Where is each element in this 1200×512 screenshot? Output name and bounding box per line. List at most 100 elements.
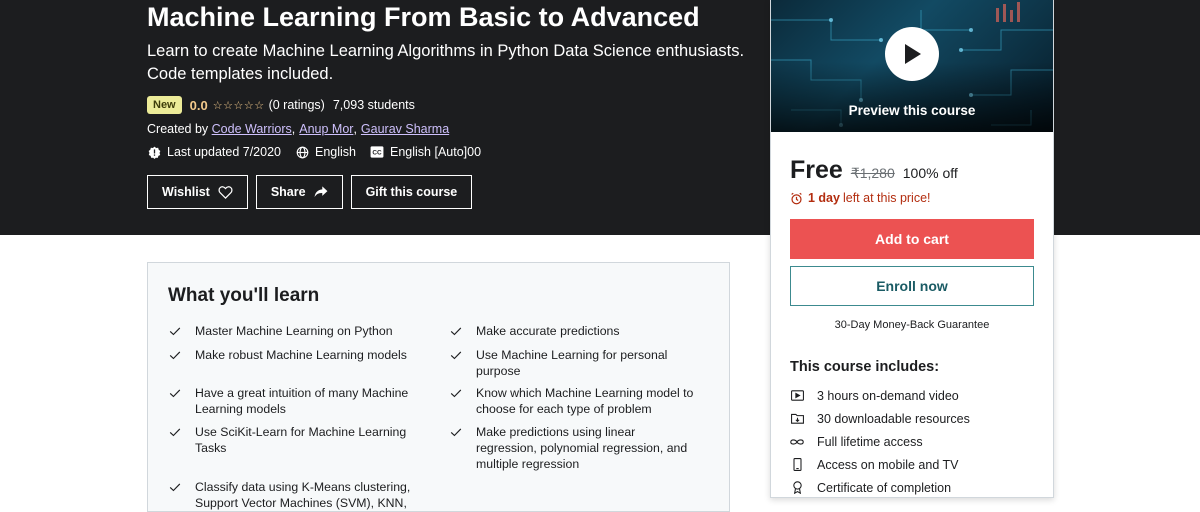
includes-title: This course includes:	[790, 359, 940, 375]
star-empty-icon: ☆	[212, 99, 224, 112]
includes-item-resources: 30 downloadable resources	[790, 407, 970, 430]
check-icon	[169, 351, 181, 360]
preview-label: Preview this course	[848, 103, 976, 118]
add-to-cart-button[interactable]: Add to cart	[790, 219, 1034, 259]
money-back-guarantee: 30-Day Money-Back Guarantee	[834, 319, 990, 331]
learn-item-text: Use Machine Learning for personal purpos…	[476, 348, 668, 378]
learn-item-text: Classify data using K-Means clustering, …	[195, 480, 411, 510]
deadline-text: left at this price!	[842, 191, 931, 205]
last-updated-text: Last updated 7/2020	[167, 145, 281, 159]
rating-stars: ☆☆☆☆☆	[213, 99, 265, 112]
learn-item-text: Master Machine Learning on Python	[195, 324, 393, 338]
course-subtitle: Learn to create Machine Learning Algorit…	[147, 42, 745, 83]
course-title: Machine Learning From Basic to Advanced	[147, 2, 700, 32]
alert-badge-icon	[147, 145, 161, 159]
learn-item: Classify data using K-Means clustering, …	[168, 479, 418, 511]
captions: CC English [Auto]00	[370, 145, 481, 159]
learn-item-text: Make predictions using linear regression…	[476, 425, 688, 471]
star-empty-icon: ☆	[243, 99, 255, 112]
check-icon	[450, 389, 462, 398]
learn-item: Master Machine Learning on Python	[168, 323, 418, 347]
created-by-label: Created by	[147, 122, 209, 136]
play-icon	[905, 44, 921, 64]
star-empty-icon: ☆	[223, 99, 234, 112]
star-empty-icon: ☆	[254, 99, 265, 112]
enroll-now-button[interactable]: Enroll now	[790, 266, 1034, 306]
learn-list-left: Master Machine Learning on Python Make r…	[168, 323, 418, 511]
folder-icon	[790, 412, 804, 426]
learn-list-right: Make accurate predictions Use Machine Le…	[449, 323, 699, 472]
check-icon	[450, 327, 462, 336]
includes-item-lifetime: Full lifetime access	[790, 430, 970, 453]
includes-item-mobile: Access on mobile and TV	[790, 453, 970, 476]
price-row: Free ₹1,280 100% off	[790, 156, 958, 185]
current-price: Free	[790, 156, 843, 184]
rating-count-link[interactable]: (0 ratings)	[269, 98, 325, 112]
language-text: English	[315, 145, 356, 159]
learn-item: Use SciKit-Learn for Machine Learning Ta…	[168, 424, 418, 479]
globe-icon	[295, 145, 309, 159]
what-youll-learn-box: What you'll learn Master Machine Learnin…	[147, 262, 730, 512]
students-count: 7,093 students	[332, 98, 415, 112]
check-icon	[169, 428, 181, 437]
check-icon	[450, 351, 462, 360]
action-buttons: Wishlist Share Gift this course	[147, 175, 473, 209]
includes-item-label: Full lifetime access	[817, 434, 923, 449]
discount-percent: 100% off	[902, 165, 958, 181]
learn-item-text: Make accurate predictions	[476, 324, 620, 338]
price-deadline: 1 day left at this price!	[790, 191, 931, 205]
includes-item-label: 3 hours on-demand video	[817, 388, 959, 403]
includes-item-video: 3 hours on-demand video	[790, 384, 970, 407]
created-by-row: Created by Code Warriors, Anup Mor, Gaur…	[147, 122, 450, 136]
includes-list: 3 hours on-demand video 30 downloadable …	[790, 384, 970, 499]
learn-item-text: Know which Machine Learning model to cho…	[476, 386, 694, 416]
deadline-days: 1 day	[808, 191, 840, 205]
rating-value: 0.0	[189, 97, 208, 113]
author-link-anup-mor[interactable]: Anup Mor	[299, 122, 353, 136]
new-badge: New	[147, 96, 182, 114]
heart-icon	[218, 185, 233, 199]
course-meta-row: Last updated 7/2020 English CC English […	[147, 145, 495, 159]
closed-captions-icon: CC	[370, 145, 384, 159]
includes-item-label: Certificate of completion	[817, 480, 952, 495]
mobile-icon	[790, 458, 804, 472]
certificate-icon	[790, 481, 804, 495]
learn-item-text: Use SciKit-Learn for Machine Learning Ta…	[195, 425, 407, 455]
purchase-card: Preview this course Free ₹1,280 100% off…	[770, 0, 1054, 498]
check-icon	[169, 327, 181, 336]
share-button[interactable]: Share	[255, 175, 343, 209]
learn-item: Know which Machine Learning model to cho…	[449, 385, 699, 424]
gift-course-button[interactable]: Gift this course	[350, 175, 473, 209]
captions-text: English [Auto]00	[390, 145, 482, 159]
learn-item: Make robust Machine Learning models	[168, 347, 418, 385]
learn-item: Make predictions using linear regression…	[449, 424, 699, 472]
learn-item: Have a great intuition of many Machine L…	[168, 385, 418, 424]
video-icon	[790, 389, 804, 403]
language: English	[295, 145, 356, 159]
last-updated: Last updated 7/2020	[147, 145, 281, 159]
rating-row: New 0.0 ☆☆☆☆☆ (0 ratings) 7,093 students	[147, 96, 415, 114]
play-button[interactable]	[885, 27, 939, 81]
wishlist-button[interactable]: Wishlist	[147, 175, 248, 209]
learn-title: What you'll learn	[168, 285, 320, 306]
includes-item-label: 30 downloadable resources	[817, 411, 970, 426]
svg-text:CC: CC	[372, 150, 382, 157]
share-label: Share	[270, 185, 306, 199]
alarm-clock-icon	[791, 192, 802, 204]
course-preview[interactable]: Preview this course	[771, 0, 1053, 132]
learn-item: Make accurate predictions	[449, 323, 699, 347]
learn-item: Use Machine Learning for personal purpos…	[449, 347, 699, 385]
wishlist-label: Wishlist	[162, 185, 210, 199]
original-price: ₹1,280	[850, 165, 895, 181]
includes-item-certificate: Certificate of completion	[790, 476, 970, 499]
star-empty-icon: ☆	[233, 99, 244, 112]
learn-item-text: Have a great intuition of many Machine L…	[195, 386, 409, 416]
author-link-gaurav-sharma[interactable]: Gaurav Sharma	[361, 122, 449, 136]
author-link-code-warriors[interactable]: Code Warriors	[212, 122, 292, 136]
learn-item-text: Make robust Machine Learning models	[195, 348, 407, 362]
check-icon	[169, 389, 181, 398]
infinity-icon	[790, 435, 804, 449]
check-icon	[450, 428, 462, 437]
includes-item-label: Access on mobile and TV	[817, 457, 959, 472]
share-arrow-icon	[314, 186, 327, 198]
